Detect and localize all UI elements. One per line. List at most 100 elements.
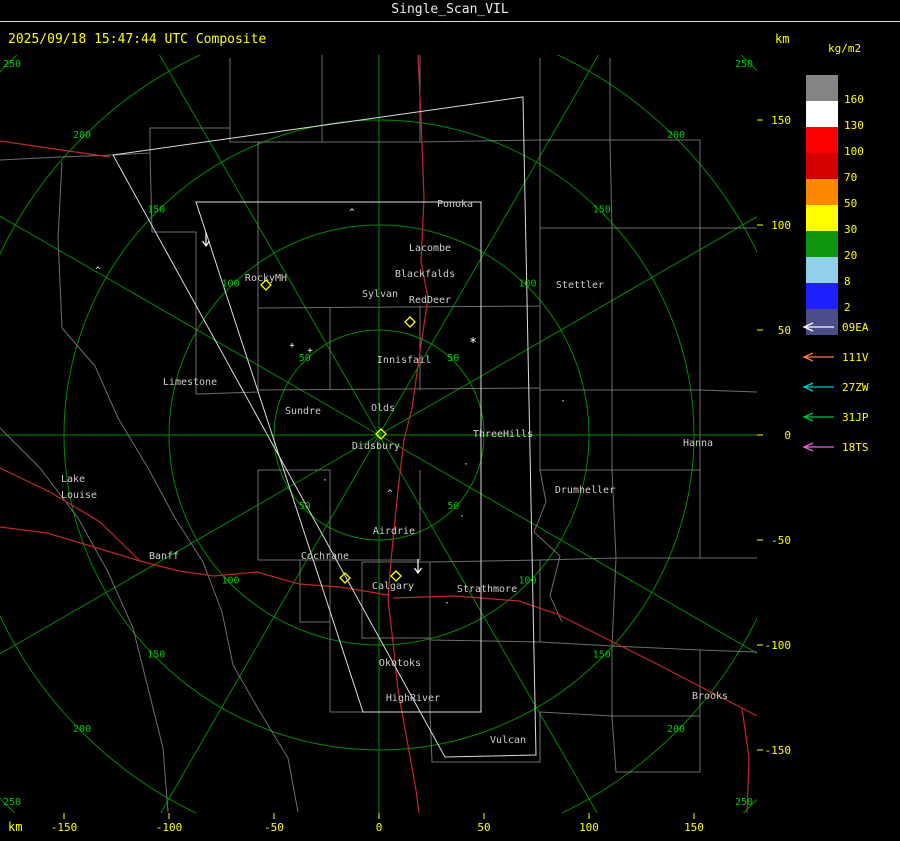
county-boundary xyxy=(699,649,757,653)
range-ring-label: 150 xyxy=(147,650,165,661)
scale-swatch xyxy=(806,153,838,179)
county-boundary xyxy=(609,139,701,229)
radar-site-diamond-marker xyxy=(404,316,416,328)
radar-map-canvas: 50 50 50 50 100 100 100 100 150 150 150 150 200 200 20… xyxy=(0,55,791,834)
azimuth-spoke xyxy=(378,434,757,654)
city-label: Lacombe xyxy=(409,243,451,254)
app-title: Single_Scan_VIL xyxy=(391,2,509,17)
bottom-axis-label: 50 xyxy=(477,821,490,834)
scale-swatch xyxy=(806,257,838,283)
caret-marker: ^ xyxy=(349,208,355,218)
county-boundary xyxy=(361,561,431,639)
radar-id-label: 18TS xyxy=(842,440,869,454)
scale-value-label: 100 xyxy=(844,145,864,158)
right-axis-label: 50 xyxy=(778,324,791,337)
title-bar: Single_Scan_VIL xyxy=(0,0,900,22)
right-axis-label: 0 xyxy=(784,429,791,442)
range-ring-label: 200 xyxy=(667,130,685,141)
radar-coverage-boundary xyxy=(112,96,537,758)
plus-marker: + xyxy=(307,346,313,356)
city-label: Lake xyxy=(61,474,85,485)
dot-marker: · xyxy=(322,476,327,486)
scale-swatch xyxy=(806,127,838,153)
bottom-axis-label: 150 xyxy=(684,821,704,834)
range-ring-label: 100 xyxy=(221,279,239,290)
range-ring-label: 250 xyxy=(735,797,753,808)
scale-value-label: 30 xyxy=(844,223,858,236)
city-label: Calgary xyxy=(372,581,414,592)
right-axis-label: 150 xyxy=(771,114,791,127)
scale-value-label: 160 xyxy=(844,93,864,106)
caret-marker: ^ xyxy=(95,266,101,276)
right-axis-label: -50 xyxy=(771,534,791,547)
county-boundary xyxy=(539,557,617,561)
bottom-axis-label: 100 xyxy=(579,821,599,834)
radar-legend-row: 27ZW xyxy=(800,372,900,402)
range-ring-label: 250 xyxy=(3,59,21,70)
scale-swatch xyxy=(806,231,838,257)
dot-marker: · xyxy=(444,599,449,609)
radar-id-label: 111V xyxy=(842,350,869,364)
city-label: Airdrie xyxy=(373,526,415,537)
radar-id-label: 09EA xyxy=(842,320,869,334)
radar-arrow-icon xyxy=(802,442,834,452)
county-boundary xyxy=(229,55,323,143)
county-boundary xyxy=(0,427,169,813)
radar-site-diamond-marker xyxy=(390,570,402,582)
azimuth-spoke xyxy=(160,434,380,813)
city-label: Hanna xyxy=(683,438,713,449)
scale-swatch xyxy=(806,75,838,101)
radar-arrow-icon xyxy=(802,352,834,362)
city-label: Didsbury xyxy=(352,441,400,452)
range-ring-label: 250 xyxy=(735,59,753,70)
asterisk-marker: * xyxy=(469,336,477,351)
county-boundary xyxy=(57,161,63,329)
radar-arrow-icon xyxy=(802,382,834,392)
city-label: Brooks xyxy=(692,691,728,702)
range-ring-label: 150 xyxy=(147,204,165,215)
dot-marker: · xyxy=(463,460,468,470)
county-boundary xyxy=(699,389,757,393)
bottom-axis-label: 0 xyxy=(376,821,383,834)
range-ring-label: 150 xyxy=(593,204,611,215)
city-label: RedDeer xyxy=(409,295,451,306)
city-label: Okotoks xyxy=(379,658,421,669)
county-boundary xyxy=(299,560,331,623)
scale-value-label: 8 xyxy=(844,275,851,288)
scale-swatch xyxy=(806,179,838,205)
storm-motion-arrow-icon xyxy=(414,559,422,575)
range-ring-label: 250 xyxy=(3,797,21,808)
radar-app-screen: { "window": { "title": "Single_Scan_VIL"… xyxy=(0,0,900,841)
scale-value-label: 20 xyxy=(844,249,858,262)
county-boundary xyxy=(539,641,613,647)
county-boundary xyxy=(257,140,541,309)
highway-line xyxy=(0,140,111,158)
range-ring-label: 50 xyxy=(447,353,459,364)
dot-marker: · xyxy=(560,397,565,407)
city-label: RockyMH xyxy=(245,273,287,284)
radar-arrow-icon xyxy=(802,322,834,332)
radar-legend-row: 09EA xyxy=(800,312,900,342)
radar-legend-row: 111V xyxy=(800,342,900,372)
radar-id-label: 27ZW xyxy=(842,380,869,394)
bottom-axis-label: -150 xyxy=(51,821,78,834)
city-label: HighRiver xyxy=(386,693,440,704)
dot-marker: · xyxy=(459,512,464,522)
city-label: Vulcan xyxy=(490,735,526,746)
county-boundary xyxy=(419,58,541,143)
county-boundary xyxy=(611,469,701,559)
legend-panel: kg/m2 160 130 100 70 50 30 20 8 2 09EA 111V 27ZW 31… xyxy=(798,40,900,480)
city-label: Limestone xyxy=(163,377,217,388)
city-label: Louise xyxy=(61,490,97,501)
range-ring-label: 100 xyxy=(518,575,536,586)
city-label: Cochrane xyxy=(301,551,349,562)
city-label: Banff xyxy=(149,551,179,562)
city-label: Olds xyxy=(371,403,395,414)
range-ring-label: 150 xyxy=(593,650,611,661)
city-label: ThreeHills xyxy=(473,429,533,440)
radar-legend-row: 31JP xyxy=(800,402,900,432)
scale-value-label: 70 xyxy=(844,171,858,184)
color-scale: 160 130 100 70 50 30 20 8 2 xyxy=(798,40,900,340)
right-axis-label: 100 xyxy=(771,219,791,232)
county-boundary xyxy=(611,646,701,717)
